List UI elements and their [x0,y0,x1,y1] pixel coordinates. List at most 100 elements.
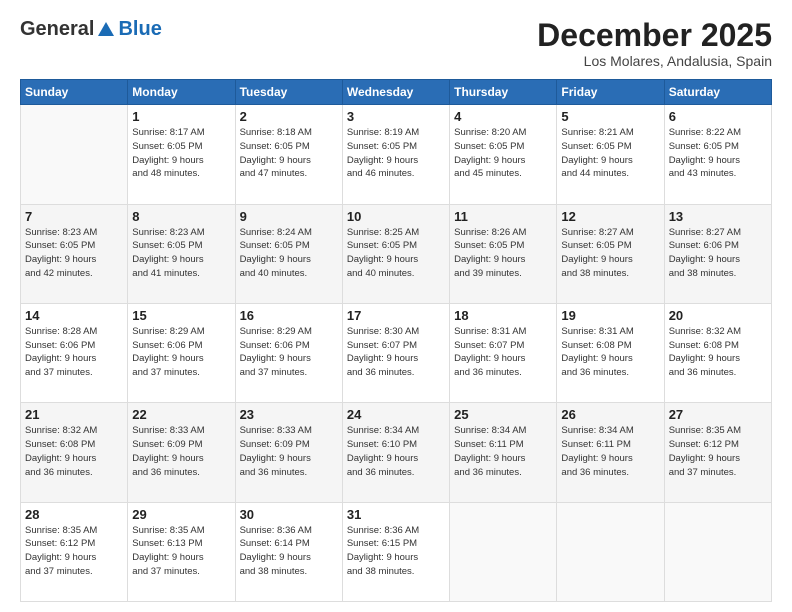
calendar-cell: 9 Sunrise: 8:24 AMSunset: 6:05 PMDaylight… [235,204,342,303]
day-info: Sunrise: 8:29 AMSunset: 6:06 PMDaylight:… [132,325,230,380]
calendar-cell [21,105,128,204]
day-info: Sunrise: 8:17 AMSunset: 6:05 PMDaylight:… [132,126,230,181]
calendar-week-row: 7 Sunrise: 8:23 AMSunset: 6:05 PMDaylight… [21,204,772,303]
day-info: Sunrise: 8:34 AMSunset: 6:11 PMDaylight:… [454,424,552,479]
calendar-table: SundayMondayTuesdayWednesdayThursdayFrid… [20,79,772,602]
day-info: Sunrise: 8:36 AMSunset: 6:14 PMDaylight:… [240,524,338,579]
day-info: Sunrise: 8:31 AMSunset: 6:08 PMDaylight:… [561,325,659,380]
day-number: 1 [132,109,230,124]
calendar-week-row: 21Sunrise: 8:32 AMSunset: 6:08 PMDayligh… [21,403,772,502]
day-number: 10 [347,209,445,224]
day-number: 31 [347,507,445,522]
calendar-cell: 13Sunrise: 8:27 AMSunset: 6:06 PMDayligh… [664,204,771,303]
calendar-cell: 25 Sunrise: 8:34 AMSunset: 6:11 PMDayligh… [450,403,557,502]
day-number: 29 [132,507,230,522]
day-info: Sunrise: 8:29 AMSunset: 6:06 PMDaylight:… [240,325,338,380]
day-info: Sunrise: 8:24 AMSunset: 6:05 PMDaylight:… [240,226,338,281]
day-number: 14 [25,308,123,323]
day-number: 30 [240,507,338,522]
calendar-header-thursday: Thursday [450,80,557,105]
day-number: 2 [240,109,338,124]
day-number: 16 [240,308,338,323]
calendar-cell: 14 Sunrise: 8:28 AMSunset: 6:06 PMDayligh… [21,303,128,402]
page: General Blue December 2025 Los Molares, … [0,0,792,612]
calendar-cell: 20Sunrise: 8:32 AMSunset: 6:08 PMDayligh… [664,303,771,402]
header: General Blue December 2025 Los Molares, … [20,18,772,69]
day-info: Sunrise: 8:33 AMSunset: 6:09 PMDaylight:… [132,424,230,479]
title-block: December 2025 Los Molares, Andalusia, Sp… [537,18,772,69]
day-number: 13 [669,209,767,224]
calendar-cell: 30 Sunrise: 8:36 AMSunset: 6:14 PMDayligh… [235,502,342,601]
day-info: Sunrise: 8:23 AMSunset: 6:05 PMDaylight:… [132,226,230,281]
calendar-cell: 7 Sunrise: 8:23 AMSunset: 6:05 PMDaylight… [21,204,128,303]
calendar-cell: 31Sunrise: 8:36 AMSunset: 6:15 PMDayligh… [342,502,449,601]
calendar-cell: 16 Sunrise: 8:29 AMSunset: 6:06 PMDayligh… [235,303,342,402]
day-info: Sunrise: 8:35 AMSunset: 6:12 PMDaylight:… [25,524,123,579]
calendar-cell: 27 Sunrise: 8:35 AMSunset: 6:12 PMDayligh… [664,403,771,502]
calendar-cell: 1 Sunrise: 8:17 AMSunset: 6:05 PMDaylight… [128,105,235,204]
calendar-cell: 5Sunrise: 8:21 AMSunset: 6:05 PMDaylight… [557,105,664,204]
day-number: 21 [25,407,123,422]
calendar-cell: 28 Sunrise: 8:35 AMSunset: 6:12 PMDayligh… [21,502,128,601]
day-number: 24 [347,407,445,422]
day-number: 20 [669,308,767,323]
logo-icon [96,20,116,40]
calendar-week-row: 28 Sunrise: 8:35 AMSunset: 6:12 PMDayligh… [21,502,772,601]
calendar-week-row: 14 Sunrise: 8:28 AMSunset: 6:06 PMDayligh… [21,303,772,402]
day-info: Sunrise: 8:21 AMSunset: 6:05 PMDaylight:… [561,126,659,181]
day-info: Sunrise: 8:35 AMSunset: 6:13 PMDaylight:… [132,524,230,579]
day-number: 23 [240,407,338,422]
day-info: Sunrise: 8:23 AMSunset: 6:05 PMDaylight:… [25,226,123,281]
calendar-cell: 6Sunrise: 8:22 AMSunset: 6:05 PMDaylight… [664,105,771,204]
calendar-cell: 3Sunrise: 8:19 AMSunset: 6:05 PMDaylight… [342,105,449,204]
day-info: Sunrise: 8:31 AMSunset: 6:07 PMDaylight:… [454,325,552,380]
day-info: Sunrise: 8:25 AMSunset: 6:05 PMDaylight:… [347,226,445,281]
calendar-cell: 15 Sunrise: 8:29 AMSunset: 6:06 PMDayligh… [128,303,235,402]
logo-general-text: General [20,18,94,41]
calendar-header-tuesday: Tuesday [235,80,342,105]
day-number: 25 [454,407,552,422]
calendar-cell [557,502,664,601]
logo-blue-text: Blue [118,18,161,41]
calendar-header-row: SundayMondayTuesdayWednesdayThursdayFrid… [21,80,772,105]
day-number: 9 [240,209,338,224]
day-info: Sunrise: 8:18 AMSunset: 6:05 PMDaylight:… [240,126,338,181]
calendar-cell: 10 Sunrise: 8:25 AMSunset: 6:05 PMDayligh… [342,204,449,303]
day-number: 18 [454,308,552,323]
day-number: 17 [347,308,445,323]
day-info: Sunrise: 8:35 AMSunset: 6:12 PMDaylight:… [669,424,767,479]
day-number: 27 [669,407,767,422]
calendar-cell: 4Sunrise: 8:20 AMSunset: 6:05 PMDaylight… [450,105,557,204]
day-number: 26 [561,407,659,422]
day-info: Sunrise: 8:30 AMSunset: 6:07 PMDaylight:… [347,325,445,380]
logo: General Blue [20,18,162,41]
day-info: Sunrise: 8:33 AMSunset: 6:09 PMDaylight:… [240,424,338,479]
calendar-cell [664,502,771,601]
location: Los Molares, Andalusia, Spain [537,53,772,69]
day-number: 11 [454,209,552,224]
day-info: Sunrise: 8:27 AMSunset: 6:05 PMDaylight:… [561,226,659,281]
calendar-cell: 29 Sunrise: 8:35 AMSunset: 6:13 PMDayligh… [128,502,235,601]
calendar-cell: 21Sunrise: 8:32 AMSunset: 6:08 PMDayligh… [21,403,128,502]
calendar-cell: 12 Sunrise: 8:27 AMSunset: 6:05 PMDayligh… [557,204,664,303]
calendar-header-monday: Monday [128,80,235,105]
calendar-cell: 11 Sunrise: 8:26 AMSunset: 6:05 PMDayligh… [450,204,557,303]
calendar-header-friday: Friday [557,80,664,105]
day-info: Sunrise: 8:20 AMSunset: 6:05 PMDaylight:… [454,126,552,181]
day-number: 3 [347,109,445,124]
calendar-header-sunday: Sunday [21,80,128,105]
day-info: Sunrise: 8:26 AMSunset: 6:05 PMDaylight:… [454,226,552,281]
calendar-cell: 24Sunrise: 8:34 AMSunset: 6:10 PMDayligh… [342,403,449,502]
calendar-header-wednesday: Wednesday [342,80,449,105]
day-number: 7 [25,209,123,224]
day-number: 19 [561,308,659,323]
day-number: 12 [561,209,659,224]
day-info: Sunrise: 8:28 AMSunset: 6:06 PMDaylight:… [25,325,123,380]
calendar-cell: 2 Sunrise: 8:18 AMSunset: 6:05 PMDaylight… [235,105,342,204]
calendar-header-saturday: Saturday [664,80,771,105]
calendar-cell: 19 Sunrise: 8:31 AMSunset: 6:08 PMDayligh… [557,303,664,402]
day-number: 28 [25,507,123,522]
day-number: 15 [132,308,230,323]
calendar-cell: 26Sunrise: 8:34 AMSunset: 6:11 PMDayligh… [557,403,664,502]
calendar-week-row: 1 Sunrise: 8:17 AMSunset: 6:05 PMDaylight… [21,105,772,204]
